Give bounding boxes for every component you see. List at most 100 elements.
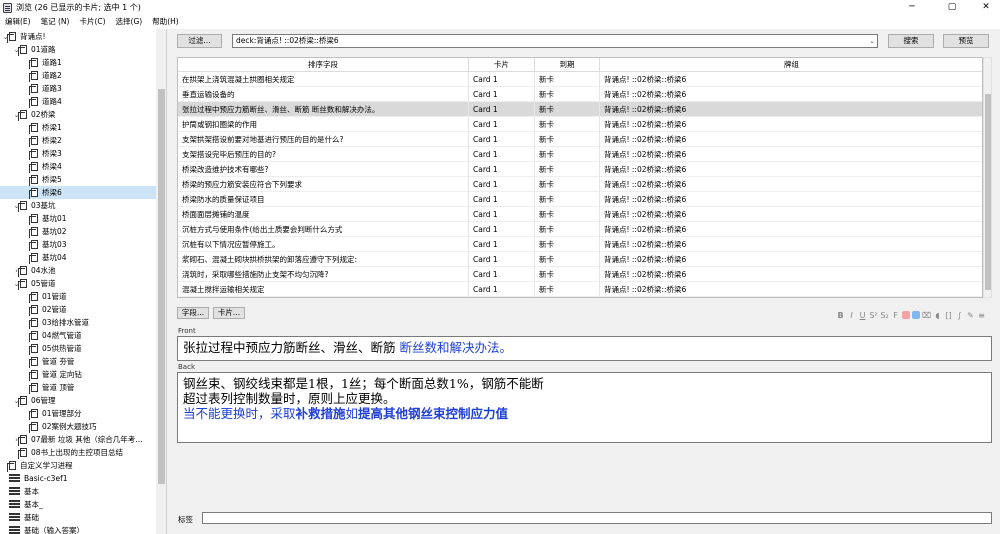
- sidebar-item[interactable]: ⌄ 03基坑: [0, 199, 156, 212]
- fields-button[interactable]: 字段...: [177, 307, 209, 319]
- sidebar-item[interactable]: 自定义学习进程: [0, 459, 156, 472]
- sidebar-item[interactable]: 桥梁1: [0, 121, 156, 134]
- sidebar-item[interactable]: 基础（输入答案）: [0, 524, 156, 534]
- sidebar-item[interactable]: 桥梁3: [0, 147, 156, 160]
- table-row[interactable]: 浆砌石、混凝土砌块拱桥拱架的卸落应遵守下列规定: Card 1 新卡 背诵点! ::0…: [178, 252, 982, 267]
- sidebar-item[interactable]: 基坑04: [0, 251, 156, 264]
- maximize-button[interactable]: ▢: [938, 0, 966, 15]
- menu-help[interactable]: 帮助(H): [147, 15, 184, 29]
- attach-icon[interactable]: ⌧: [922, 311, 931, 320]
- clear-format-button[interactable]: F: [891, 311, 900, 320]
- menu-cards[interactable]: 卡片(C): [74, 15, 110, 29]
- table-row[interactable]: 桥梁的预应力筋安装应符合下列要求 Card 1 新卡 背诵点! ::02桥梁::桥梁6: [178, 177, 982, 192]
- front-field[interactable]: 张拉过程中预应力筋断丝、滑丝、断筋 断丝数和解决办法。: [177, 336, 992, 361]
- table-row[interactable]: 张拉过程中预应力筋断丝、滑丝、断筋 断丝数和解决办法。 Card 1 新卡 背诵点! …: [178, 102, 982, 117]
- cell-sort-field: 桥梁的预应力筋安装应符合下列要求: [178, 177, 469, 192]
- highlight-color-button[interactable]: [912, 311, 920, 319]
- chevron-down-icon[interactable]: ⌄: [869, 35, 875, 47]
- bold-button[interactable]: B: [836, 311, 845, 320]
- menu-select[interactable]: 选择(G): [111, 15, 148, 29]
- sidebar-item[interactable]: 08书上出现的主控项目总结: [0, 446, 156, 459]
- table-row[interactable]: 垂直运输设备的 Card 1 新卡 背诵点! ::02桥梁::桥梁6: [178, 87, 982, 102]
- table-row[interactable]: 浇筑时，采取哪些措施防止支架不均匀沉降? Card 1 新卡 背诵点! ::02桥梁:…: [178, 267, 982, 282]
- sidebar-item[interactable]: 桥梁6: [0, 186, 156, 199]
- sidebar-item[interactable]: 桥梁4: [0, 160, 156, 173]
- table-row[interactable]: 桥梁改造维护技术有哪些? Card 1 新卡 背诵点! ::02桥梁::桥梁6: [178, 162, 982, 177]
- minimize-button[interactable]: ─: [898, 0, 926, 15]
- search-button[interactable]: 搜索: [888, 34, 934, 48]
- subscript-button[interactable]: S₂: [880, 311, 889, 320]
- column-deck[interactable]: 牌组: [600, 58, 982, 72]
- sidebar-item[interactable]: › 04水池: [0, 264, 156, 277]
- table-row[interactable]: 护筒或钢扣圈梁的作用 Card 1 新卡 背诵点! ::02桥梁::桥梁6: [178, 117, 982, 132]
- cards-button[interactable]: 卡片...: [213, 307, 245, 319]
- sidebar-item[interactable]: 05供热管道: [0, 342, 156, 355]
- table-horizontal-scrollbar[interactable]: [177, 298, 992, 303]
- sidebar-scrollbar[interactable]: [156, 29, 166, 534]
- sidebar-item[interactable]: 基坑02: [0, 225, 156, 238]
- sidebar-item[interactable]: 基坑01: [0, 212, 156, 225]
- sidebar-item[interactable]: 管道 顶管: [0, 381, 156, 394]
- sidebar-item[interactable]: 道路2: [0, 69, 156, 82]
- sidebar-item[interactable]: 道路4: [0, 95, 156, 108]
- sidebar-item[interactable]: 基础: [0, 511, 156, 524]
- cloze-icon[interactable]: []: [944, 311, 953, 320]
- deck-icon: [18, 201, 27, 212]
- sidebar-item[interactable]: 02管道: [0, 303, 156, 316]
- italic-button[interactable]: I: [847, 311, 856, 320]
- back-field[interactable]: 钢丝束、钢绞线束都是1根，1丝；每个断面总数1%，钢筋不能断 超过表列控制数量时…: [177, 372, 992, 443]
- tags-input[interactable]: [202, 512, 992, 524]
- sidebar-item[interactable]: 桥梁2: [0, 134, 156, 147]
- table-row[interactable]: 沉桩有以下情况应暂停施工。 Card 1 新卡 背诵点! ::02桥梁::桥梁6: [178, 237, 982, 252]
- cell-sort-field: 浆砌石、混凝土砌块拱桥拱架的卸落应遵守下列规定:: [178, 252, 469, 267]
- sidebar-item[interactable]: 02案例大题技巧: [0, 420, 156, 433]
- sidebar-item[interactable]: ⌄ 02桥梁: [0, 108, 156, 121]
- sidebar-item[interactable]: 桥梁5: [0, 173, 156, 186]
- sidebar-item[interactable]: › 07最新 垃圾 其他（综合几年考...: [0, 433, 156, 446]
- mathjax-icon[interactable]: ∫: [955, 311, 964, 320]
- sidebar-item[interactable]: 基本_: [0, 498, 156, 511]
- column-due[interactable]: 到期: [535, 58, 600, 72]
- sidebar-item[interactable]: 道路1: [0, 56, 156, 69]
- column-card[interactable]: 卡片: [469, 58, 535, 72]
- table-row[interactable]: 沉桩方式与使用条件(给出土质要会判断什么方式 Card 1 新卡 背诵点! ::02桥…: [178, 222, 982, 237]
- sidebar-item[interactable]: Basic-c3ef1: [0, 472, 156, 485]
- sidebar-item[interactable]: 03给排水管道: [0, 316, 156, 329]
- menu-notes[interactable]: 笔记 (N): [36, 15, 75, 29]
- sidebar-item[interactable]: 基坑03: [0, 238, 156, 251]
- sidebar-item[interactable]: 管道 定向钻: [0, 368, 156, 381]
- table-row[interactable]: 在拱架上浇筑混凝土拱圈相关规定 Card 1 新卡 背诵点! ::02桥梁::桥梁6: [178, 72, 982, 87]
- table-row[interactable]: 桥面面层摊铺的温度 Card 1 新卡 背诵点! ::02桥梁::桥梁6: [178, 207, 982, 222]
- cell-card: Card 1: [469, 72, 535, 87]
- sidebar-item[interactable]: ⌄ 06管理: [0, 394, 156, 407]
- close-button[interactable]: ✕: [972, 0, 1000, 15]
- table-scroll-thumb[interactable]: [985, 94, 991, 290]
- sidebar-item[interactable]: 01管道: [0, 290, 156, 303]
- preview-button[interactable]: 预览: [943, 34, 989, 48]
- more-icon[interactable]: ≡: [977, 311, 986, 320]
- sidebar-item[interactable]: 基本: [0, 485, 156, 498]
- sidebar-scroll-thumb[interactable]: [158, 89, 165, 484]
- sidebar-item[interactable]: ⌄ 背诵点!: [0, 30, 156, 43]
- app-icon: [3, 2, 12, 13]
- search-input[interactable]: deck:背诵点! ::02桥梁::桥梁6 ⌄: [232, 34, 878, 48]
- sidebar-item[interactable]: 04燃气管道: [0, 329, 156, 342]
- edit-html-icon[interactable]: ✎: [966, 311, 975, 320]
- sidebar-item[interactable]: ⌄ 01道路: [0, 43, 156, 56]
- sidebar-item[interactable]: 管道 夯管: [0, 355, 156, 368]
- sidebar-item[interactable]: 道路3: [0, 82, 156, 95]
- filter-button[interactable]: 过滤...: [177, 34, 222, 48]
- menu-edit[interactable]: 编辑(E): [0, 15, 36, 29]
- sidebar-item[interactable]: 01管理部分: [0, 407, 156, 420]
- column-sort-field[interactable]: 排序字段: [178, 58, 469, 72]
- text-color-button[interactable]: [902, 311, 910, 319]
- table-scrollbar[interactable]: [983, 57, 992, 298]
- record-icon[interactable]: ◖: [933, 311, 942, 320]
- table-row[interactable]: 支架拱架搭设前要对地基进行预压的目的是什么? Card 1 新卡 背诵点! ::02桥…: [178, 132, 982, 147]
- superscript-button[interactable]: S²: [869, 311, 878, 320]
- underline-button[interactable]: U: [858, 311, 867, 320]
- sidebar-item[interactable]: ⌄ 05管道: [0, 277, 156, 290]
- table-row[interactable]: 桥梁防水的质量保证项目 Card 1 新卡 背诵点! ::02桥梁::桥梁6: [178, 192, 982, 207]
- table-row[interactable]: 支架搭设完毕后预压的目的? Card 1 新卡 背诵点! ::02桥梁::桥梁6: [178, 147, 982, 162]
- table-row[interactable]: 混凝土搅拌运输相关规定 Card 1 新卡 背诵点! ::02桥梁::桥梁6: [178, 282, 982, 297]
